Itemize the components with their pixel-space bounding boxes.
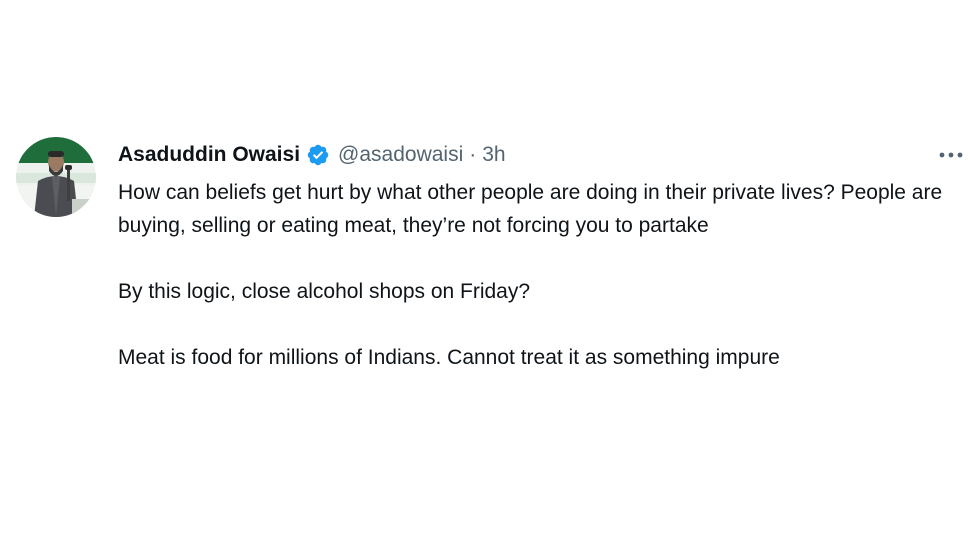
- tweet-card: Asaduddin Owaisi @asadowaisi · 3h How ca…: [0, 0, 970, 545]
- tweet-text: How can beliefs get hurt by what other p…: [118, 176, 948, 374]
- tweet-paragraph: How can beliefs get hurt by what other p…: [118, 181, 943, 237]
- avatar-image: [16, 137, 96, 217]
- tweet-paragraph: By this logic, close alcohol shops on Fr…: [118, 280, 531, 303]
- avatar[interactable]: [16, 137, 96, 217]
- author-handle[interactable]: @asadowaisi: [338, 143, 463, 167]
- verified-badge-icon: [306, 143, 330, 167]
- tweet-timestamp[interactable]: 3h: [482, 143, 505, 167]
- tweet-header: Asaduddin Owaisi @asadowaisi · 3h: [118, 141, 506, 169]
- more-options-icon[interactable]: [934, 143, 968, 167]
- author-display-name[interactable]: Asaduddin Owaisi: [118, 143, 300, 167]
- tweet-paragraph: Meat is food for millions of Indians. Ca…: [118, 346, 780, 369]
- header-separator: ·: [469, 143, 477, 166]
